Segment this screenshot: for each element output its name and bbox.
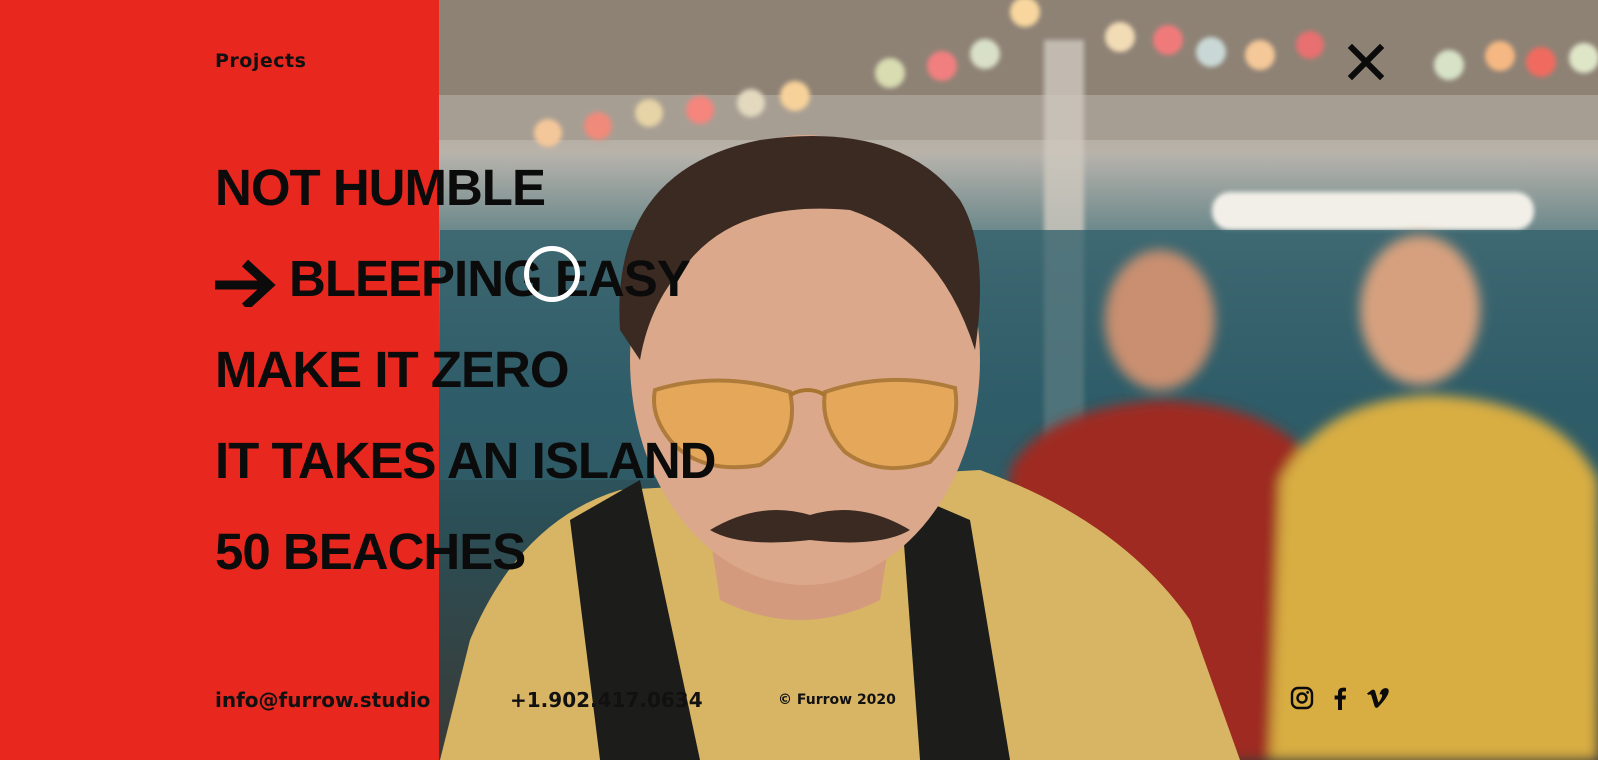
project-item-bleeping-easy[interactable]: BLEEPING EASY <box>215 251 716 342</box>
project-item-not-humble[interactable]: NOT HUMBLE <box>215 160 716 251</box>
project-label: BLEEPING EASY <box>289 250 691 307</box>
close-button[interactable] <box>1347 43 1385 81</box>
project-label: IT TAKES AN ISLAND <box>215 432 716 489</box>
instagram-icon <box>1290 686 1314 710</box>
arrow-right-icon <box>215 251 277 311</box>
project-label: NOT HUMBLE <box>215 159 546 216</box>
instagram-link[interactable] <box>1290 686 1314 710</box>
cursor-ring <box>524 246 580 302</box>
close-icon <box>1347 43 1385 81</box>
facebook-icon <box>1334 687 1346 710</box>
project-item-50-beaches[interactable]: 50 BEACHES <box>215 524 716 615</box>
email-link[interactable]: info@furrow.studio <box>215 688 430 712</box>
project-list: NOT HUMBLE BLEEPING EASY MAKE IT ZERO IT… <box>215 160 716 615</box>
section-title: Projects <box>215 50 307 72</box>
vimeo-link[interactable] <box>1366 686 1390 710</box>
project-label: MAKE IT ZERO <box>215 341 569 398</box>
project-item-make-it-zero[interactable]: MAKE IT ZERO <box>215 342 716 433</box>
phone-link[interactable]: +1.902.417.0634 <box>510 688 703 712</box>
project-label: 50 BEACHES <box>215 523 526 580</box>
social-links <box>1290 686 1390 710</box>
copyright-text: © Furrow 2020 <box>778 692 896 708</box>
project-item-it-takes-an-island[interactable]: IT TAKES AN ISLAND <box>215 433 716 524</box>
vimeo-icon <box>1367 688 1389 708</box>
facebook-link[interactable] <box>1328 686 1352 710</box>
projects-overlay: Projects NOT HUMBLE BLEEPING EASY MAKE I… <box>0 0 1598 760</box>
